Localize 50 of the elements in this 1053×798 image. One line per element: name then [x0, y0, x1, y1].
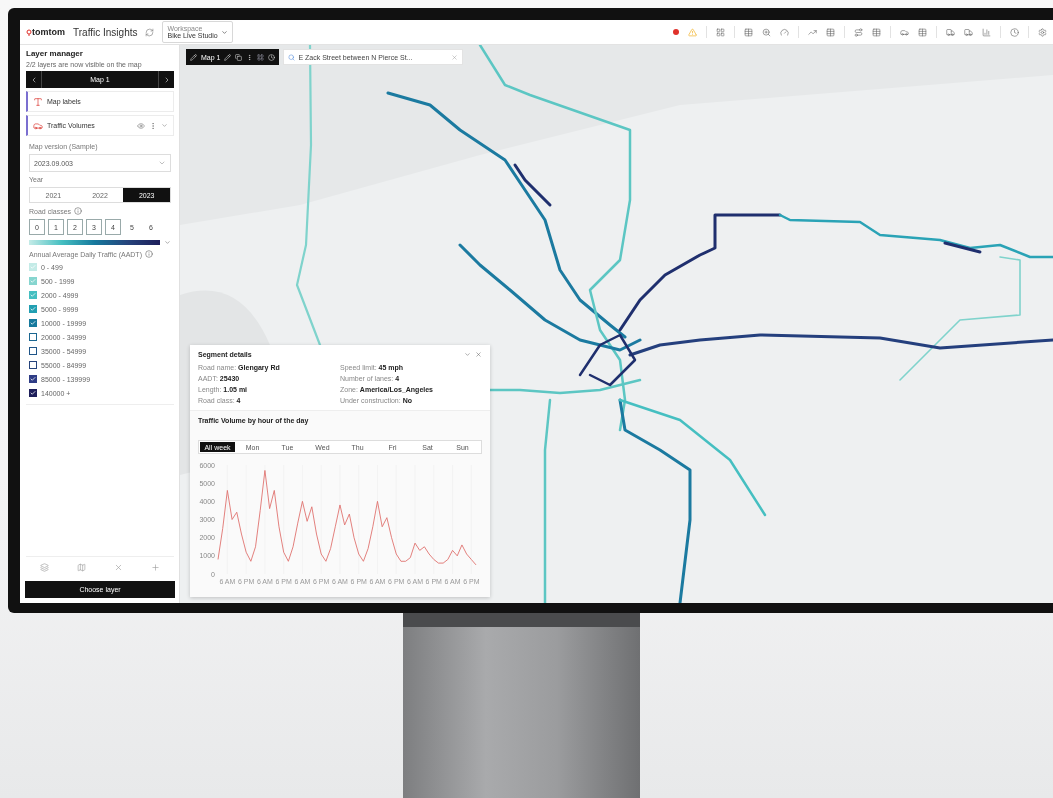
trend-icon[interactable] — [808, 27, 817, 37]
eye-icon[interactable] — [137, 121, 145, 130]
warning-icon[interactable] — [688, 27, 697, 37]
caret-icon — [158, 159, 166, 167]
checkbox[interactable] — [29, 361, 37, 369]
table-icon[interactable] — [872, 27, 881, 37]
close-icon[interactable] — [114, 563, 123, 572]
checkbox[interactable] — [29, 333, 37, 341]
car-icon[interactable] — [900, 27, 909, 37]
map-icon[interactable] — [77, 563, 86, 572]
zoom-in-icon[interactable] — [762, 27, 771, 37]
grid-icon[interactable] — [716, 27, 725, 37]
search-icon — [288, 53, 296, 61]
copy-icon[interactable] — [235, 53, 243, 61]
table-icon[interactable] — [918, 27, 927, 37]
panel-title: Layer manager — [26, 49, 84, 58]
checkbox[interactable] — [29, 347, 37, 355]
close-icon[interactable] — [475, 351, 482, 358]
notification-dot-icon[interactable] — [673, 29, 679, 35]
brand-logo: tomtom — [26, 27, 65, 37]
caret-icon[interactable] — [164, 239, 171, 246]
caret-icon — [220, 28, 228, 36]
close-icon[interactable] — [451, 53, 459, 61]
pencil-icon[interactable] — [190, 53, 197, 61]
info-icon[interactable] — [74, 207, 83, 215]
layers-icon[interactable] — [40, 563, 49, 572]
refresh-icon[interactable] — [145, 27, 155, 37]
checkbox[interactable] — [29, 389, 37, 397]
checkbox[interactable] — [29, 319, 37, 327]
truck-icon[interactable] — [946, 27, 955, 37]
pencil-icon[interactable] — [224, 53, 232, 61]
bar-chart-icon[interactable] — [982, 27, 991, 37]
checkbox[interactable] — [29, 305, 37, 313]
text-icon — [33, 96, 43, 107]
grid-icon[interactable] — [257, 53, 265, 61]
settings-icon[interactable] — [1038, 27, 1047, 37]
truck-icon[interactable] — [964, 27, 973, 37]
table-icon[interactable] — [826, 27, 835, 37]
caret-icon[interactable] — [464, 351, 471, 358]
table-icon[interactable] — [744, 27, 753, 37]
caret-icon[interactable] — [161, 122, 168, 129]
car-icon — [33, 120, 43, 131]
checkbox[interactable] — [29, 375, 37, 383]
info-icon[interactable] — [144, 250, 153, 258]
product-title: Traffic Insights — [73, 26, 138, 38]
gauge-icon[interactable] — [780, 27, 789, 37]
clock-icon[interactable] — [1010, 27, 1019, 37]
route-icon[interactable] — [854, 27, 863, 37]
checkbox[interactable] — [29, 291, 37, 299]
plus-icon[interactable] — [151, 563, 160, 572]
